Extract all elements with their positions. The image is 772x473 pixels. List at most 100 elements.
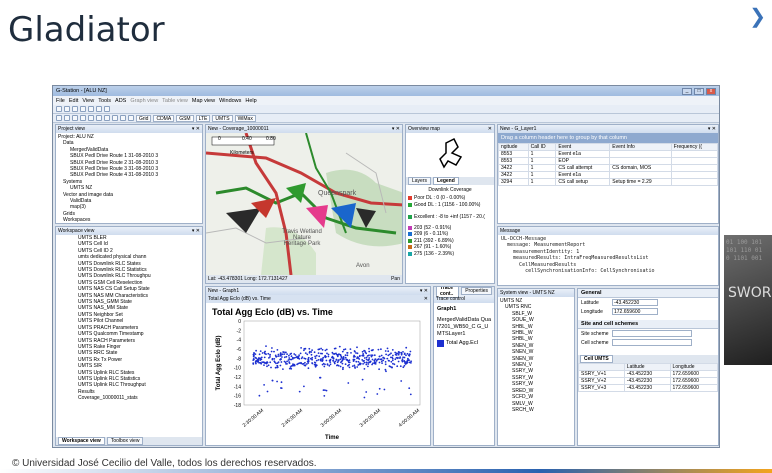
table-cell: 172.659600	[669, 370, 718, 378]
site-scheme-label: Site scheme	[581, 330, 609, 337]
open-icon[interactable]	[64, 106, 70, 112]
legend-swatch	[408, 251, 412, 256]
data-point	[363, 357, 366, 359]
cell-column-header[interactable]: Longitude	[669, 363, 718, 371]
layers-icon[interactable]	[112, 115, 118, 121]
cell-column-header[interactable]	[578, 363, 625, 371]
zoom-in-icon[interactable]	[64, 115, 70, 121]
menu-edit[interactable]: Edit	[69, 98, 78, 104]
new-icon[interactable]	[56, 106, 62, 112]
close-button[interactable]: x	[706, 87, 716, 95]
menu-view[interactable]: View	[82, 98, 94, 104]
gsm-dropdown[interactable]: GSM	[176, 114, 194, 122]
filter-icon[interactable]	[120, 115, 126, 121]
menu-tools[interactable]: Tools	[98, 98, 111, 104]
tab-layers[interactable]: Layers	[408, 177, 432, 185]
copy-icon[interactable]	[96, 106, 102, 112]
data-point	[311, 356, 314, 359]
tab-workspace-view[interactable]: Workspace view	[58, 437, 105, 445]
menu-ads[interactable]: ADS	[115, 98, 126, 104]
table-row[interactable]: 8553 1 EOP	[498, 157, 718, 165]
data-point	[283, 353, 286, 355]
system-tab[interactable]: System view - UMTS NZ	[498, 289, 574, 297]
menu-file[interactable]: File	[56, 98, 65, 104]
chart-icon[interactable]	[96, 115, 102, 121]
data-point	[394, 358, 397, 361]
data-point	[388, 360, 390, 362]
maximize-button[interactable]: □	[694, 87, 704, 95]
data-point	[254, 356, 257, 359]
table-row[interactable]: 3422 1 CS call attempt CS domain, MOS	[498, 164, 718, 172]
menu-help[interactable]: Help	[245, 98, 256, 104]
slide-title: Gladiator	[8, 10, 165, 50]
menu-map-view[interactable]: Map view	[192, 98, 215, 104]
data-point	[261, 361, 263, 364]
save-icon[interactable]	[72, 106, 78, 112]
next-slide-icon[interactable]: ❯	[749, 4, 766, 29]
cut-icon[interactable]	[88, 106, 94, 112]
tab-legend[interactable]: Legend	[433, 177, 459, 185]
zoom-out-icon[interactable]	[72, 115, 78, 121]
events-tab[interactable]: New - G_Layer1 ▾ ✕	[498, 125, 718, 133]
data-point	[344, 363, 347, 366]
events-column-header[interactable]: Frequency ((	[670, 143, 718, 151]
data-point	[273, 360, 276, 363]
trace-item[interactable]: MergedValidData Qual7201_WB50_C G_UMTSLa…	[437, 317, 491, 338]
data-point	[402, 366, 405, 369]
g-station-window: G-Station - [ALU NZ] _ □ x File Edit Vie…	[52, 85, 720, 448]
table-icon[interactable]	[104, 115, 110, 121]
system-tree: UMTS NZ UMTS RNC SBLF_W SOUE_W SHBL_W SHBL_W S…	[498, 297, 574, 414]
tree-item[interactable]: Workspaces	[58, 217, 200, 223]
wimax-dropdown[interactable]: WiMax	[234, 114, 256, 122]
umts-dropdown[interactable]: UMTS	[212, 114, 233, 122]
tab-toolbox-view[interactable]: Toolbox view	[106, 437, 144, 445]
overview-map[interactable]	[406, 133, 495, 177]
tab-properties[interactable]: Properties	[461, 287, 492, 295]
data-point	[290, 355, 293, 358]
cell-column-header[interactable]: Latitude	[623, 363, 671, 371]
site-scheme-select[interactable]	[612, 330, 692, 337]
cdma-dropdown[interactable]: CDMA	[153, 114, 175, 122]
cell-scheme-select[interactable]	[612, 339, 692, 346]
data-point	[283, 356, 286, 359]
data-point	[280, 358, 282, 360]
table-row[interactable]: SSRY_V+3 -43.452230 172.659600	[578, 384, 718, 392]
data-point	[304, 352, 307, 354]
tab-cell-umts[interactable]: Cell UMTS	[580, 355, 613, 363]
pointer-icon[interactable]	[56, 115, 62, 121]
latitude-field[interactable]: -43.452230	[612, 299, 658, 306]
workspace-item[interactable]: Coverage_10000011_stats	[78, 395, 200, 401]
events-column-header[interactable]: Event	[555, 143, 611, 151]
menu-windows[interactable]: Windows	[219, 98, 241, 104]
longitude-field[interactable]: 172.659600	[612, 308, 658, 315]
data-point	[265, 345, 267, 347]
table-row[interactable]: 3422 1 Event e1a	[498, 171, 718, 179]
table-row[interactable]: SSRY_V+2 -43.452230 172.659600	[578, 377, 718, 385]
pan-icon[interactable]	[80, 115, 86, 121]
map-tab[interactable]: New - Coverage_10000011 ▾ ✕	[206, 125, 402, 133]
table-row[interactable]: 3294 1 CS call setup Setup time = 2.29	[498, 178, 718, 186]
data-point	[400, 352, 403, 355]
print-icon[interactable]	[80, 106, 86, 112]
events-column-header[interactable]: ngitude	[498, 143, 529, 151]
refresh-icon[interactable]	[128, 115, 134, 121]
map-icon[interactable]	[88, 115, 94, 121]
y-tick-label: 0	[238, 319, 241, 325]
table-row[interactable]: SSRY_V+1 -43.452230 172.659600	[578, 370, 718, 378]
menu-table-view[interactable]: Table view	[162, 98, 188, 104]
graph-tab[interactable]: New - Graph1 ▾ ✕	[206, 287, 430, 295]
system-item[interactable]: SRCH_W	[500, 407, 572, 413]
ecio-chart[interactable]: Total Agg EcIo (dB) vs. Time 0 -2 -4 -6 -8 -10…	[206, 303, 431, 445]
events-column-header[interactable]: Call ID	[527, 143, 557, 151]
y-tick-label: -14	[234, 384, 241, 390]
paste-icon[interactable]	[104, 106, 110, 112]
events-column-header[interactable]: Event Info	[609, 143, 672, 151]
window-titlebar: G-Station - [ALU NZ] _ □ x	[53, 86, 719, 96]
table-row[interactable]: 8553 1 Event e1a	[498, 150, 718, 158]
grid-dropdown[interactable]: Grid	[136, 114, 152, 122]
menu-graph-view[interactable]: Graph view	[130, 98, 158, 104]
legend-swatch	[408, 202, 412, 207]
minimize-button[interactable]: _	[682, 87, 692, 95]
data-point	[403, 364, 406, 367]
lte-dropdown[interactable]: LTE	[195, 114, 211, 122]
